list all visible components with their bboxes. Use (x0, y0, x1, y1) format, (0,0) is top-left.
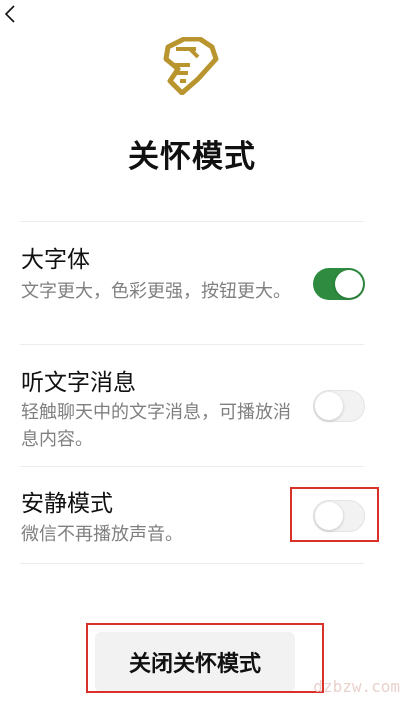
page-title: 关怀模式 (128, 139, 256, 175)
setting-title-quiet-mode: 安静模式 (21, 491, 113, 517)
back-button[interactable] (2, 3, 18, 25)
setting-desc-listen-text: 轻触聊天中的文字消息，可播放消息内容。 (21, 402, 291, 450)
listen-text-toggle[interactable] (313, 390, 365, 422)
watermark: dzbzw.com (313, 676, 400, 696)
divider (20, 466, 364, 467)
chevron-left-icon (4, 5, 15, 23)
setting-desc-large-font: 文字更大，色彩更强，按钮更大。 (21, 281, 291, 302)
setting-title-large-font: 大字体 (21, 247, 90, 273)
annotation-highlight-box (290, 487, 379, 542)
divider (20, 344, 364, 345)
divider (20, 563, 364, 564)
care-mode-logo (160, 36, 224, 96)
care-hand-heart-icon (163, 36, 219, 96)
large-font-toggle[interactable] (313, 268, 365, 300)
setting-desc-quiet-mode: 微信不再播放声音。 (21, 524, 183, 545)
divider (20, 221, 364, 222)
setting-title-listen-text: 听文字消息 (21, 370, 136, 396)
toggle-knob (335, 270, 363, 298)
toggle-knob (315, 392, 343, 420)
